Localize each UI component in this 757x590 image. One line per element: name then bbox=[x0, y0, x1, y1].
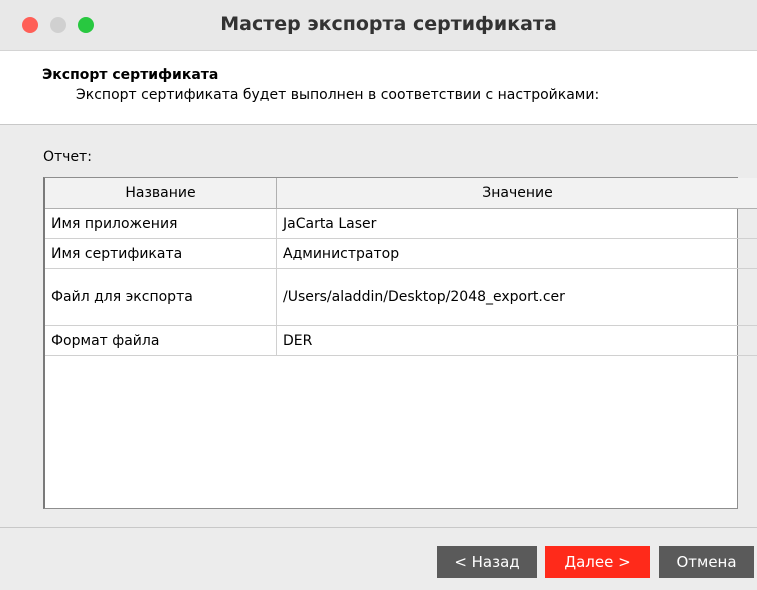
title-bar: Мастер экспорта сертификата bbox=[0, 0, 757, 51]
report-label: Отчет: bbox=[43, 149, 92, 165]
column-header-name[interactable]: Название bbox=[45, 178, 277, 209]
column-header-value[interactable]: Значение bbox=[276, 178, 757, 209]
report-table: Название Значение Имя приложения JaCarta… bbox=[45, 178, 757, 356]
table-row[interactable]: Файл для экспорта /Users/aladdin/Desktop… bbox=[45, 268, 757, 326]
row-name-cell: Файл для экспорта bbox=[45, 268, 277, 326]
step-description: Экспорт сертификата будет выполнен в соо… bbox=[76, 87, 600, 103]
row-value-cell: JaCarta Laser bbox=[276, 208, 757, 239]
table-header-row: Название Значение bbox=[45, 178, 757, 209]
report-table-container: Название Значение Имя приложения JaCarta… bbox=[43, 177, 757, 509]
row-name-cell: Формат файла bbox=[45, 325, 277, 356]
row-name-cell: Имя сертификата bbox=[45, 238, 277, 269]
row-name-cell: Имя приложения bbox=[45, 208, 277, 239]
next-button[interactable]: Далее > bbox=[545, 546, 650, 578]
row-value-cell: DER bbox=[276, 325, 757, 356]
table-row[interactable]: Формат файла DER bbox=[45, 325, 757, 356]
row-value-cell: Администратор bbox=[276, 238, 757, 269]
footer-divider bbox=[0, 527, 757, 528]
export-wizard-window: Мастер экспорта сертификата Экспорт серт… bbox=[0, 0, 757, 590]
row-value-cell: /Users/aladdin/Desktop/2048_export.cer bbox=[276, 268, 757, 326]
back-button[interactable]: < Назад bbox=[437, 546, 537, 578]
window-title: Мастер экспорта сертификата bbox=[220, 13, 557, 35]
table-row[interactable]: Имя сертификата Администратор bbox=[45, 238, 757, 269]
wizard-header: Экспорт сертификата Экспорт сертификата … bbox=[0, 51, 757, 125]
table-row[interactable]: Имя приложения JaCarta Laser bbox=[45, 208, 757, 239]
cancel-button[interactable]: Отмена bbox=[659, 546, 754, 578]
step-title: Экспорт сертификата bbox=[42, 67, 219, 83]
